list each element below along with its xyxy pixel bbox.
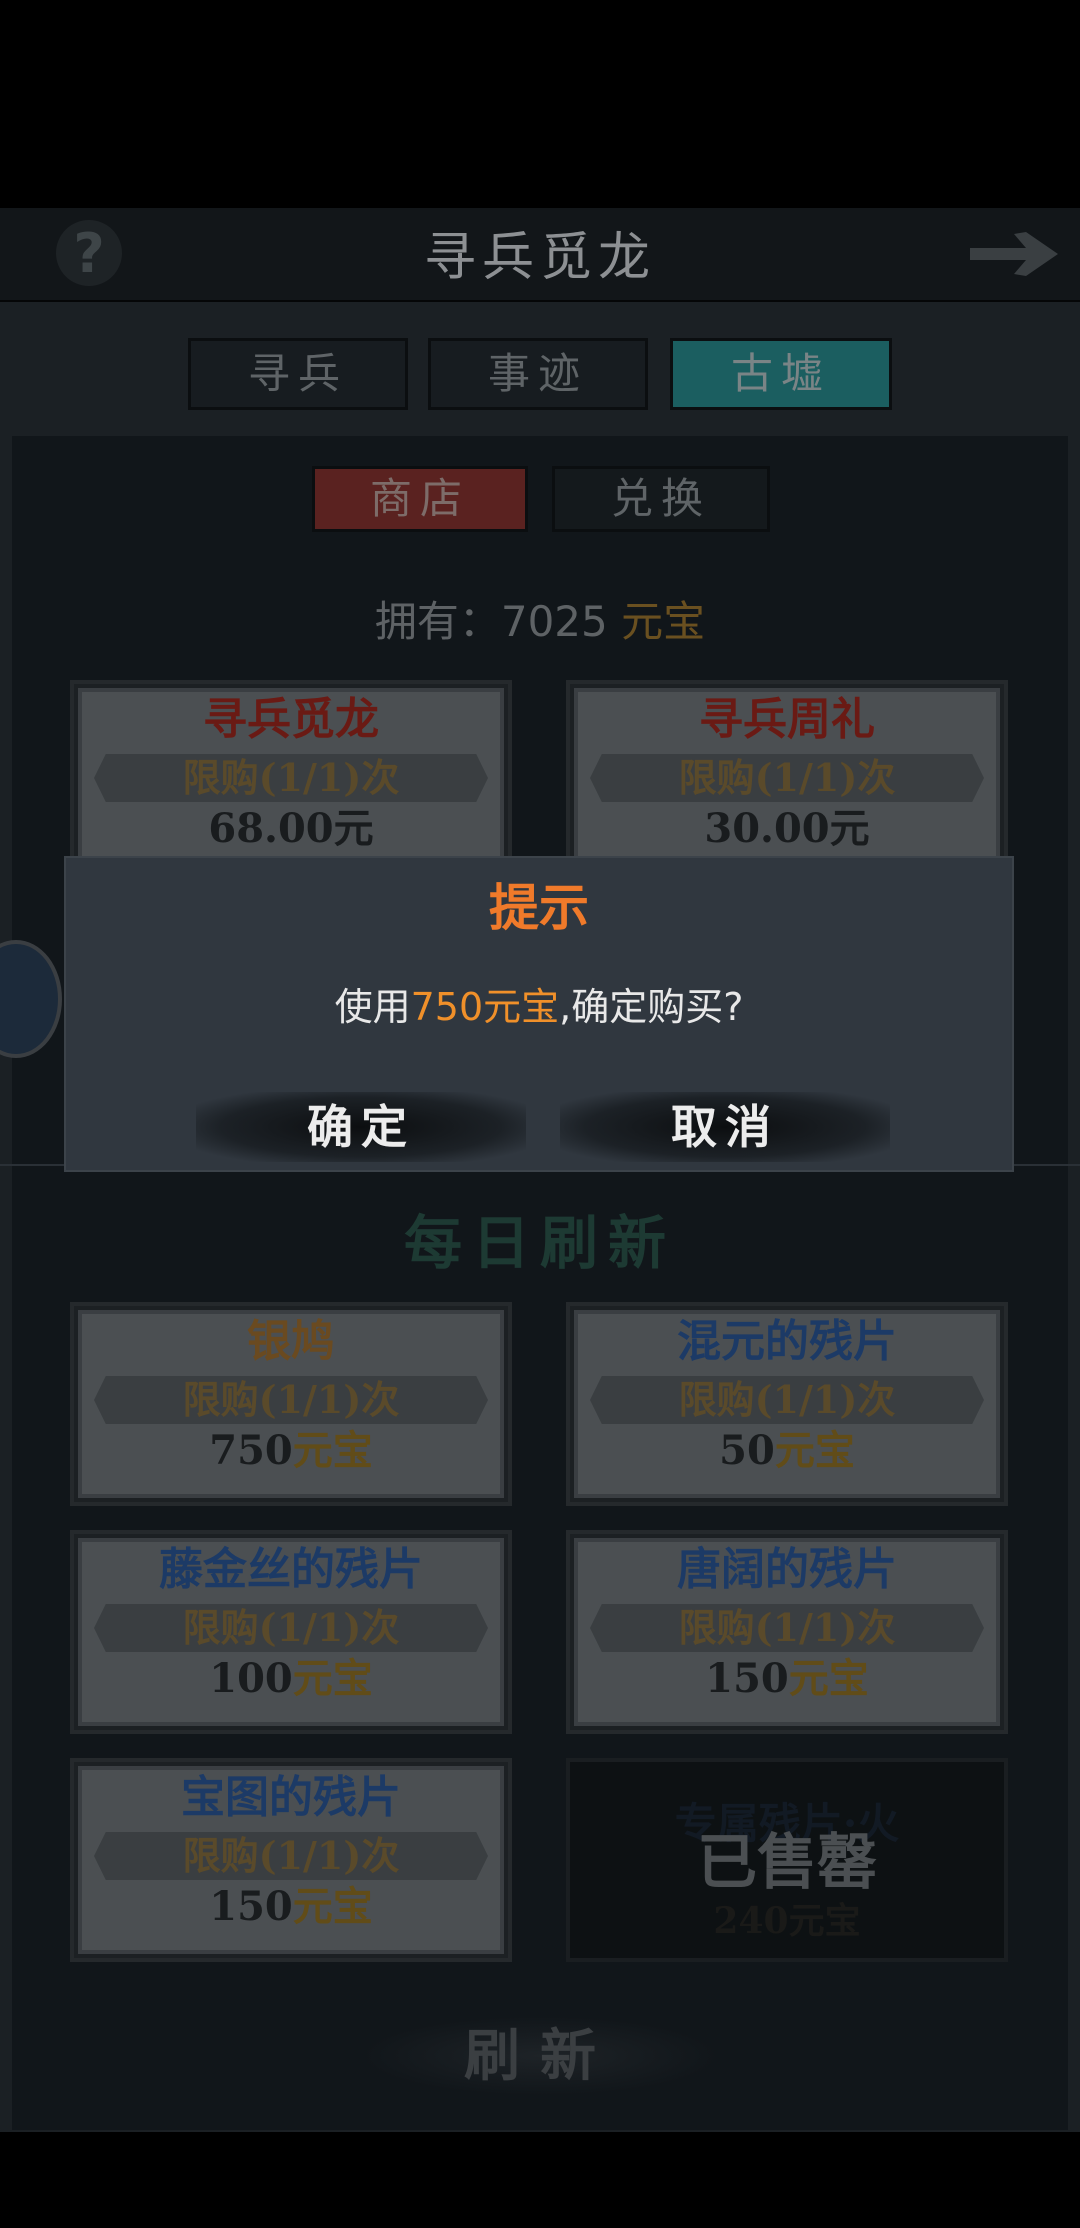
tab-guxu[interactable]: 古墟 xyxy=(670,338,892,410)
card-price: 68.00元 xyxy=(208,805,374,852)
price-amount: 750 xyxy=(209,1427,293,1474)
price-currency: 元宝 xyxy=(788,1655,869,1702)
dialog-title: 提示 xyxy=(489,879,589,937)
shop-card-xunbing-zhouli[interactable]: 寻兵周礼 限购(1/1)次 30.00元 xyxy=(566,680,1008,884)
card-price: 100元宝 xyxy=(74,1652,508,1706)
card-name: 唐阔的残片 xyxy=(677,1544,897,1595)
balance-display: 拥有：7025 元宝 xyxy=(0,588,1080,649)
card-name: 银鸠 xyxy=(247,1316,335,1367)
price-currency: 元宝 xyxy=(292,1883,373,1930)
cancel-button[interactable]: 取消 xyxy=(560,1092,890,1162)
card-limit: 限购(1/1)次 xyxy=(182,755,400,800)
card-limit: 限购(1/1)次 xyxy=(678,1605,896,1650)
card-name: 混元的残片 xyxy=(677,1316,897,1367)
shop-card-tangkuo-fragment[interactable]: 唐阔的残片 限购(1/1)次 150元宝 xyxy=(566,1530,1008,1734)
card-price: 30.00元 xyxy=(704,805,870,852)
balance-currency: 元宝 xyxy=(621,597,706,646)
dialog-message-prefix: 使用 xyxy=(334,985,411,1029)
bottom-bar xyxy=(0,2132,1080,2228)
shop-card-tengjinsi-fragment[interactable]: 藤金丝的残片 限购(1/1)次 100元宝 xyxy=(70,1530,512,1734)
price-amount: 150 xyxy=(209,1883,293,1930)
card-limit: 限购(1/1)次 xyxy=(182,1605,400,1650)
shop-card-sold-out: 专属残片·火 240元宝 已售罄 xyxy=(566,1758,1008,1962)
sold-out-label: 已售罄 xyxy=(697,1828,877,1898)
card-name: 宝图的残片 xyxy=(181,1772,401,1823)
card-limit: 限购(1/1)次 xyxy=(678,755,896,800)
card-name: 寻兵觅龙 xyxy=(203,694,379,745)
price-currency: 元宝 xyxy=(292,1427,373,1474)
shop-card-baotu-fragment[interactable]: 宝图的残片 限购(1/1)次 150元宝 xyxy=(70,1758,512,1962)
price-amount: 50 xyxy=(719,1427,775,1474)
dialog-message-cost: 750元宝 xyxy=(410,985,560,1029)
tab-shiji[interactable]: 事迹 xyxy=(428,338,648,410)
price-currency: 元宝 xyxy=(774,1427,855,1474)
card-price: 150元宝 xyxy=(570,1652,1004,1706)
subtab-exchange[interactable]: 兑换 xyxy=(552,466,770,532)
balance-amount: 拥有：7025 xyxy=(374,597,622,646)
card-price: 150元宝 xyxy=(74,1880,508,1934)
confirm-button[interactable]: 确定 xyxy=(196,1092,526,1162)
dialog-message: 使用750元宝,确定购买? xyxy=(64,976,1014,1031)
card-price: 750元宝 xyxy=(74,1424,508,1478)
card-price: 50元宝 xyxy=(570,1424,1004,1478)
shop-card-hunyuan-fragment[interactable]: 混元的残片 限购(1/1)次 50元宝 xyxy=(566,1302,1008,1506)
price-currency: 元宝 xyxy=(292,1655,373,1702)
card-name: 藤金丝的残片 xyxy=(159,1544,423,1595)
daily-refresh-title: 每日刷新 xyxy=(403,1209,676,1277)
page-title: 寻兵觅龙 xyxy=(423,228,656,288)
refresh-button[interactable]: 刷新 xyxy=(360,2016,720,2096)
tab-xunbing[interactable]: 寻兵 xyxy=(188,338,408,410)
price-amount: 150 xyxy=(705,1655,789,1702)
shop-card-yinjiu[interactable]: 银鸠 限购(1/1)次 750元宝 xyxy=(70,1302,512,1506)
dialog-message-suffix: ,确定购买? xyxy=(559,985,744,1029)
subtab-shop[interactable]: 商店 xyxy=(312,466,528,532)
question-icon[interactable]: ? xyxy=(56,220,122,286)
card-limit: 限购(1/1)次 xyxy=(182,1377,400,1422)
shop-card-xunbing-milong[interactable]: 寻兵觅龙 限购(1/1)次 68.00元 xyxy=(70,680,512,884)
card-name: 寻兵周礼 xyxy=(699,694,875,745)
arrow-right-icon[interactable] xyxy=(966,226,1062,282)
card-limit: 限购(1/1)次 xyxy=(678,1377,896,1422)
price-amount: 100 xyxy=(209,1655,293,1702)
card-limit: 限购(1/1)次 xyxy=(182,1833,400,1878)
